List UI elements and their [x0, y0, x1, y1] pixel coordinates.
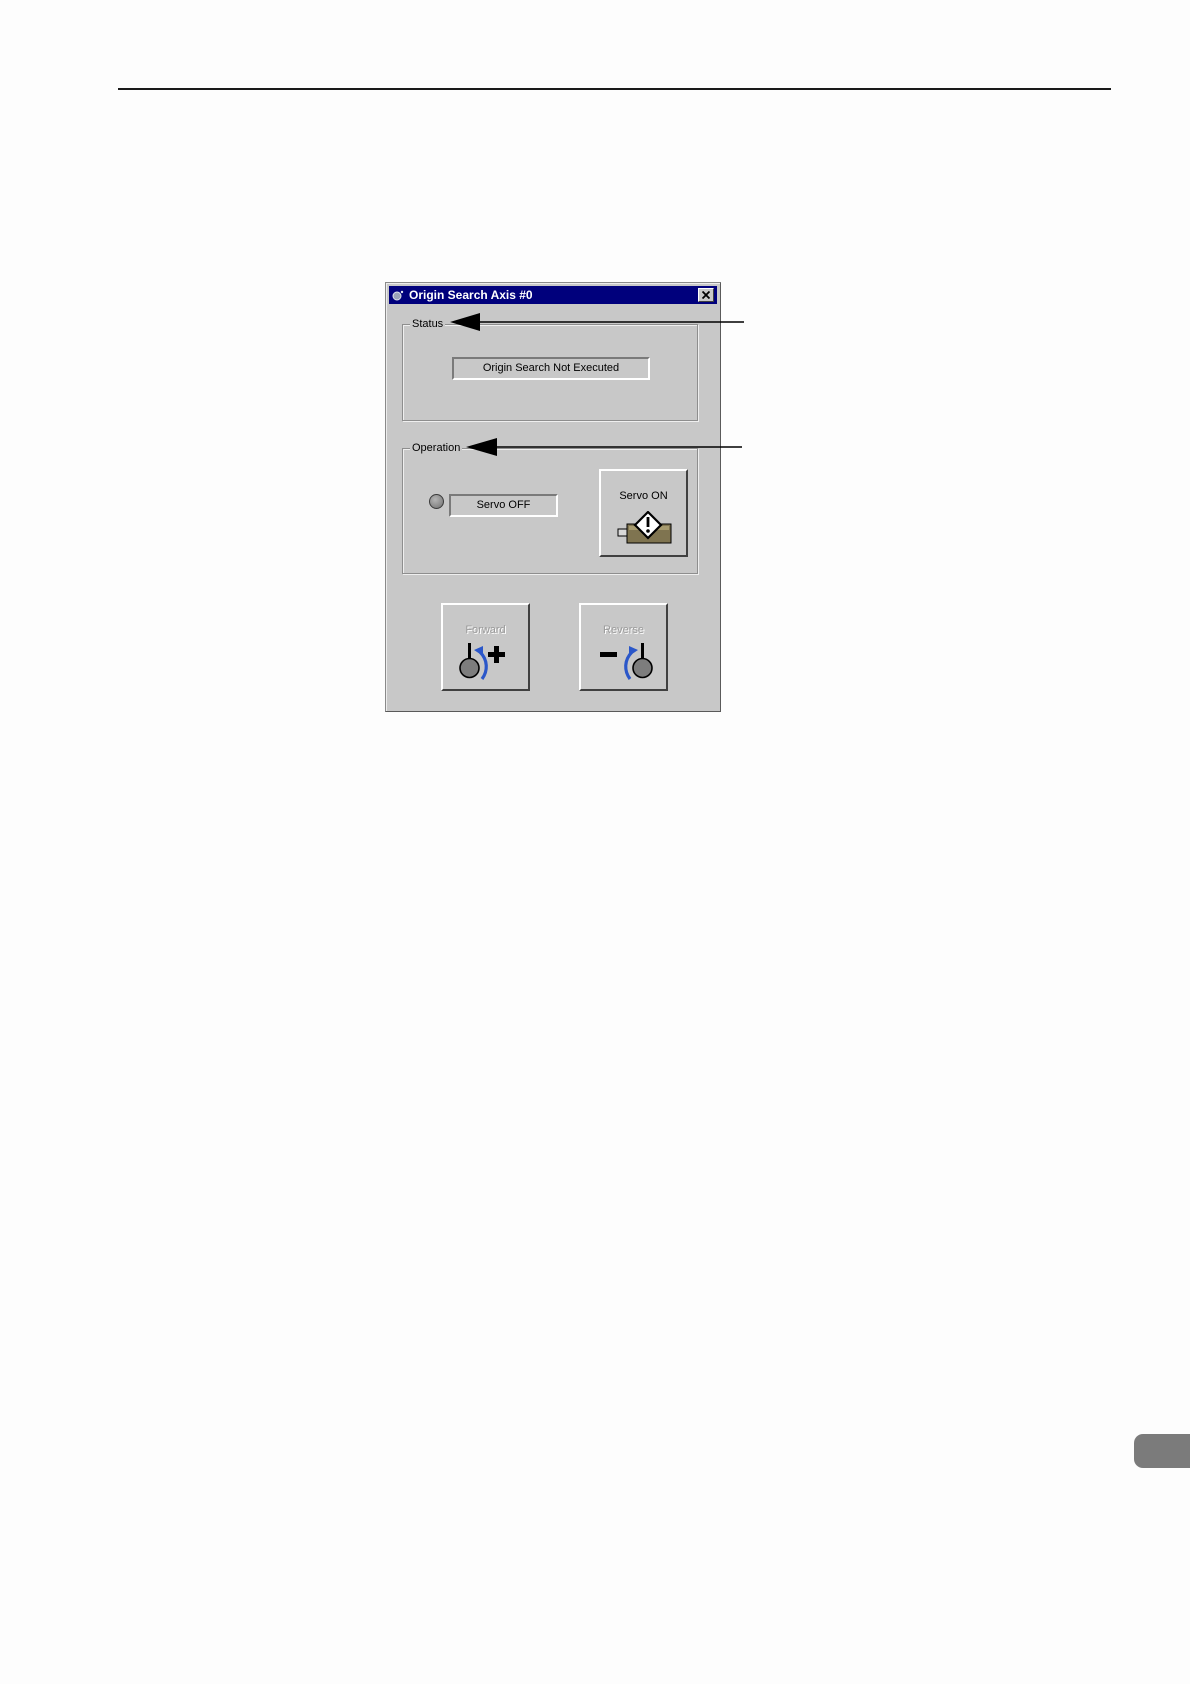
operation-callout-arrow [466, 438, 742, 456]
callout-arrows [450, 313, 744, 456]
page-side-tab [1134, 1434, 1190, 1468]
status-callout-arrow [450, 313, 744, 331]
